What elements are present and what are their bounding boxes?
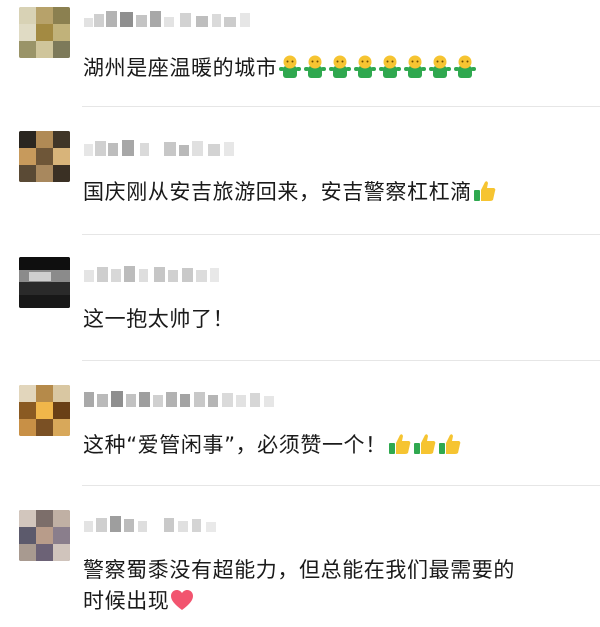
comment-list: 湖州是座温暖的城市 国庆刚从安吉旅游回来，安吉警察杠杠滴 这一抱太帅了！ 这种“… (0, 0, 600, 627)
username-blurred[interactable] (84, 8, 284, 34)
username-blurred[interactable] (84, 137, 284, 163)
waving-person-emoji (353, 54, 377, 80)
avatar[interactable] (19, 131, 70, 182)
comment-text-content: 国庆刚从安吉旅游回来，安吉警察杠杠滴 (83, 180, 472, 204)
thumbs-up-emoji (413, 431, 437, 457)
comment-text: 国庆刚从安吉旅游回来，安吉警察杠杠滴 (83, 177, 583, 208)
avatar[interactable] (19, 257, 70, 308)
comment-item: 湖州是座温暖的城市 (0, 0, 600, 106)
comment-item: 这种“爱管闲事”，必须赞一个！ (0, 361, 600, 485)
comment-item: 警察蜀黍没有超能力，但总能在我们最需要的 时候出现 (0, 486, 600, 627)
waving-person-emoji (328, 54, 352, 80)
avatar[interactable] (19, 385, 70, 436)
comment-item: 国庆刚从安吉旅游回来，安吉警察杠杠滴 (0, 107, 600, 234)
username-blurred[interactable] (84, 513, 284, 539)
comment-text-content: 这种“爱管闲事”，必须赞一个！ (83, 433, 387, 457)
comment-text-content: 这一抱太帅了！ (83, 307, 235, 331)
thumbs-up-emoji (473, 178, 497, 204)
username-blurred[interactable] (84, 263, 284, 289)
comment-text-content: 湖州是座温暖的城市 (83, 56, 278, 80)
comment-text-line: 时候出现 (83, 586, 583, 617)
thumbs-up-emoji-group (387, 433, 462, 457)
thumbs-up-emoji (388, 431, 412, 457)
waving-person-emoji (428, 54, 452, 80)
username-blurred[interactable] (84, 388, 304, 414)
thumbs-up-emoji (438, 431, 462, 457)
comment-text: 湖州是座温暖的城市 (83, 53, 583, 84)
waving-person-emoji (378, 54, 402, 80)
avatar[interactable] (19, 510, 70, 561)
comment-text-content: 时候出现 (83, 589, 170, 613)
waving-person-emoji (403, 54, 427, 80)
waving-person-emoji (303, 54, 327, 80)
heart-emoji (170, 587, 194, 613)
avatar[interactable] (19, 7, 70, 58)
waving-person-emoji (278, 54, 302, 80)
comment-text: 这一抱太帅了！ (83, 304, 583, 335)
waving-person-emoji-group (277, 54, 477, 80)
waving-person-emoji (453, 54, 477, 80)
comment-text-line: 警察蜀黍没有超能力，但总能在我们最需要的 (83, 558, 515, 582)
comment-text: 这种“爱管闲事”，必须赞一个！ (83, 430, 583, 461)
comment-item: 这一抱太帅了！ (0, 235, 600, 360)
comment-text: 警察蜀黍没有超能力，但总能在我们最需要的 时候出现 (83, 555, 583, 617)
